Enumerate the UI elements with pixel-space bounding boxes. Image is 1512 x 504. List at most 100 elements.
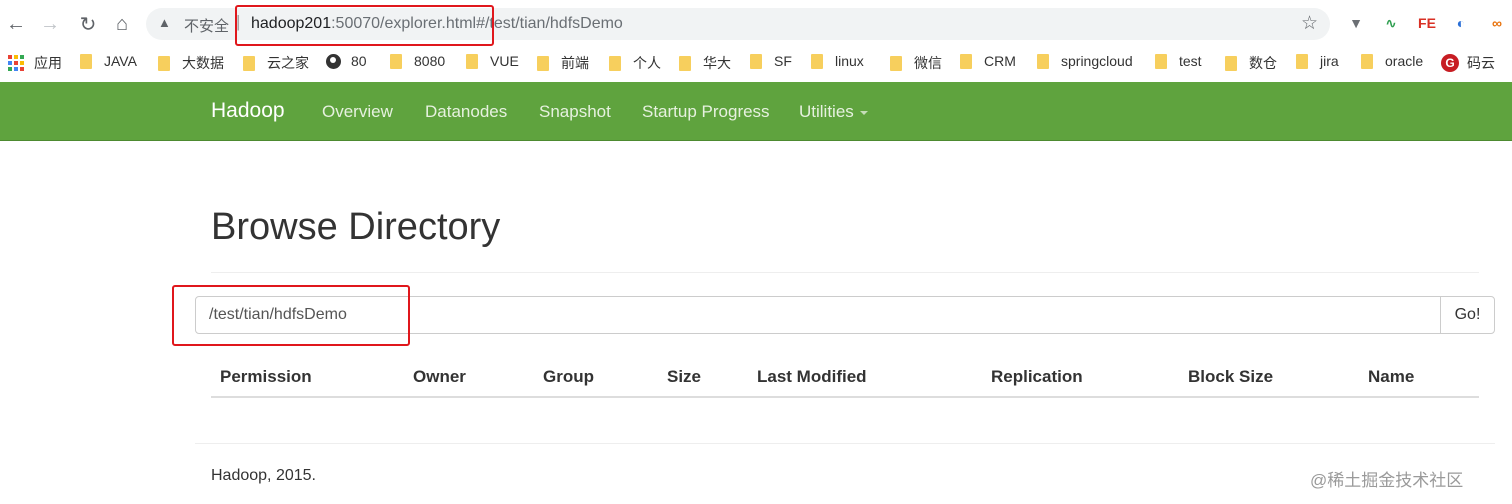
bookmark-star-icon[interactable]: ☆ <box>1301 12 1318 35</box>
apps-grid-icon <box>8 55 24 71</box>
nav-startup-progress[interactable]: Startup Progress <box>642 102 770 122</box>
nav-utilities-label: Utilities <box>799 102 854 121</box>
bookmark-13[interactable]: CRM <box>960 53 1016 69</box>
column-name[interactable]: Name <box>1368 367 1414 387</box>
bookmark-19[interactable]: G 码云 <box>1441 53 1495 73</box>
url-separator: | <box>236 12 241 31</box>
bookmark-label: VUE <box>490 53 519 69</box>
bookmark-14[interactable]: springcloud <box>1037 53 1133 69</box>
url-host: hadoop201 <box>251 15 332 32</box>
bookmark-16[interactable]: 数仓 <box>1225 53 1277 73</box>
bookmark-10[interactable]: SF <box>750 53 792 69</box>
column-replication[interactable]: Replication <box>991 367 1083 387</box>
security-label[interactable]: 不安全 <box>184 15 229 36</box>
extension-circle-icon[interactable]: ◐ <box>1451 13 1471 33</box>
folder-icon <box>390 53 402 69</box>
folder-icon <box>811 53 823 69</box>
bookmark-8[interactable]: 个人 <box>609 53 661 73</box>
extension-infinity-icon[interactable]: ∞ <box>1487 13 1507 33</box>
extension-fe-icon[interactable]: FE <box>1417 13 1437 33</box>
bookmark-label: 大数据 <box>182 55 224 71</box>
column-block-size[interactable]: Block Size <box>1188 367 1273 387</box>
url-text[interactable]: hadoop201:50070/explorer.html#/test/tian… <box>251 15 623 33</box>
globe-icon <box>326 53 341 69</box>
reload-icon[interactable]: ↻ <box>76 12 100 36</box>
forward-icon[interactable]: → <box>38 12 62 36</box>
folder-icon <box>609 55 621 71</box>
address-bar[interactable]: ▲ 不安全 | hadoop201:50070/explorer.html#/t… <box>146 8 1330 40</box>
folder-icon <box>1155 53 1167 69</box>
nav-utilities[interactable]: Utilities <box>799 102 868 122</box>
home-icon[interactable]: ⌂ <box>110 12 134 36</box>
bookmark-5[interactable]: 8080 <box>390 53 445 69</box>
column-size[interactable]: Size <box>667 367 701 387</box>
bookmark-12[interactable]: 微信 <box>890 53 942 73</box>
folder-icon <box>960 53 972 69</box>
folder-icon <box>1037 53 1049 69</box>
navbar-brand[interactable]: Hadoop <box>211 99 285 123</box>
folder-icon <box>1296 53 1308 69</box>
bookmark-17[interactable]: jira <box>1296 53 1339 69</box>
folder-icon <box>537 55 549 71</box>
bookmark-3[interactable]: 云之家 <box>243 53 309 73</box>
hadoop-navbar: Hadoop Overview Datanodes Snapshot Start… <box>0 82 1512 141</box>
folder-icon <box>466 53 478 69</box>
column-group[interactable]: Group <box>543 367 594 387</box>
bookmark-label: 云之家 <box>267 55 309 71</box>
bookmark-label: jira <box>1320 53 1339 69</box>
bookmark-label: test <box>1179 53 1202 69</box>
bookmark-label: 80 <box>351 53 367 69</box>
go-button[interactable]: Go! <box>1440 296 1495 334</box>
bookmark-label: CRM <box>984 53 1016 69</box>
back-icon[interactable]: ← <box>4 12 28 36</box>
bookmark-label: SF <box>774 53 792 69</box>
bookmark-6[interactable]: VUE <box>466 53 519 69</box>
extension-funnel-icon[interactable]: ▼ <box>1346 13 1366 33</box>
bookmark-apps[interactable]: 应用 <box>8 53 62 73</box>
bookmark-11[interactable]: linux <box>811 53 864 69</box>
bookmark-label: 微信 <box>914 55 942 71</box>
bookmark-label: 8080 <box>414 53 446 69</box>
page-title: Browse Directory <box>211 206 501 248</box>
folder-icon <box>243 55 255 71</box>
footer-text: Hadoop, 2015. <box>211 467 316 484</box>
bookmark-label: springcloud <box>1061 53 1133 69</box>
folder-icon <box>890 55 902 71</box>
nav-overview[interactable]: Overview <box>322 102 393 122</box>
folder-icon <box>80 53 92 69</box>
extension-check-icon[interactable]: ∿ <box>1381 13 1401 33</box>
folder-icon <box>750 53 762 69</box>
bookmark-label: linux <box>835 53 864 69</box>
warning-icon[interactable]: ▲ <box>158 15 171 30</box>
bookmarks-bar: 应用 JAVA 大数据 云之家 80 8080 VUE 前端 个人 华大 SF linux 微信 CRM… <box>0 46 1512 78</box>
bookmark-4[interactable]: 80 <box>326 53 367 69</box>
caret-down-icon <box>859 110 868 115</box>
column-owner[interactable]: Owner <box>413 367 466 387</box>
bookmark-9[interactable]: 华大 <box>679 53 731 73</box>
bookmark-15[interactable]: test <box>1155 53 1202 69</box>
footer-divider <box>195 443 1495 444</box>
nav-datanodes[interactable]: Datanodes <box>425 102 507 122</box>
column-permission[interactable]: Permission <box>220 367 312 387</box>
title-divider <box>211 272 1479 273</box>
bookmark-label: 个人 <box>633 55 661 71</box>
nav-snapshot[interactable]: Snapshot <box>539 102 611 122</box>
table-header-divider <box>211 396 1479 398</box>
column-last-modified[interactable]: Last Modified <box>757 367 867 387</box>
bookmark-label: oracle <box>1385 53 1424 69</box>
url-path: :50070/explorer.html#/test/tian/hdfsDemo <box>331 15 623 32</box>
bookmark-1[interactable]: JAVA <box>80 53 137 69</box>
browser-toolbar: ← → ↻ ⌂ ▲ 不安全 | hadoop201:50070/explorer… <box>0 0 1512 46</box>
gitee-icon: G <box>1441 54 1459 72</box>
watermark: @稀土掘金技术社区 <box>1310 471 1464 490</box>
bookmark-label: 应用 <box>34 55 62 71</box>
bookmark-18[interactable]: oracle <box>1361 53 1423 69</box>
bookmark-label: 华大 <box>703 55 731 71</box>
directory-path-input[interactable] <box>195 296 1441 334</box>
bookmark-label: 前端 <box>561 55 589 71</box>
folder-icon <box>1361 53 1373 69</box>
bookmark-2[interactable]: 大数据 <box>158 53 224 73</box>
bookmark-label: 数仓 <box>1249 55 1277 71</box>
bookmark-7[interactable]: 前端 <box>537 53 589 73</box>
folder-icon <box>158 55 170 71</box>
